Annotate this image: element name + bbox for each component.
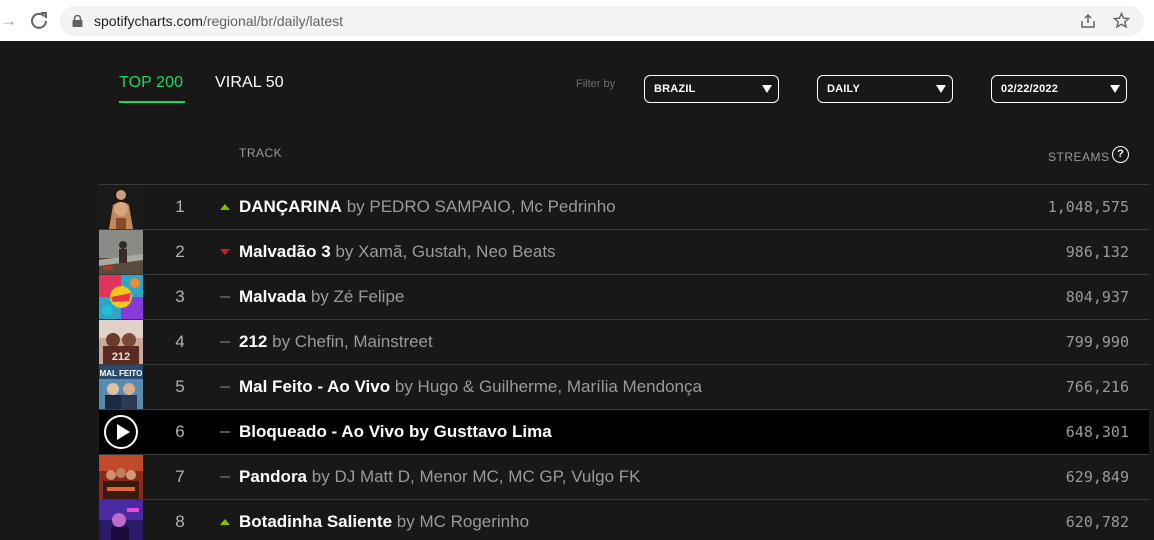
tab-viral-50[interactable]: VIRAL 50 — [215, 74, 284, 92]
table-row[interactable]: 212 4 212 by Chefin, Mainstreet 799,990 — [99, 320, 1149, 365]
svg-text:212: 212 — [112, 351, 130, 363]
track-info: Mal Feito - Ao Vivo by Hugo & Guilherme,… — [239, 377, 702, 397]
browser-toolbar: → spotifycharts.com/regional/br/daily/la… — [0, 0, 1154, 41]
stream-count: 804,937 — [1065, 288, 1129, 306]
caret-down-icon — [762, 85, 772, 93]
trend-down-icon — [220, 249, 230, 255]
share-icon[interactable] — [1080, 13, 1096, 29]
trend-same-icon — [220, 476, 230, 478]
help-icon[interactable]: ? — [1112, 146, 1129, 163]
track-rank: 6 — [175, 422, 185, 441]
table-row[interactable]: 7 Pandora by DJ Matt D, Menor MC, MC GP,… — [99, 455, 1149, 500]
country-select-value: BRAZIL — [654, 83, 696, 95]
track-rank: 5 — [175, 377, 185, 396]
stream-count: 1,048,575 — [1047, 198, 1129, 216]
play-icon[interactable] — [99, 410, 143, 454]
svg-text:MAL FEITO: MAL FEITO — [100, 369, 143, 378]
track-artists: by Xamã, Gustah, Neo Beats — [335, 242, 556, 261]
date-select[interactable]: 02/22/2022 — [991, 75, 1127, 103]
trend-same-icon — [220, 431, 230, 433]
album-art: MAL FEITO — [99, 365, 143, 409]
chart-track-list: 1 DANÇARINA by PEDRO SAMPAIO, Mc Pedrinh… — [99, 185, 1149, 540]
track-rank: 3 — [175, 287, 185, 306]
album-art — [99, 230, 143, 274]
forward-arrow-icon[interactable]: → — [0, 10, 17, 32]
table-row-active[interactable]: 6 Bloqueado - Ao Vivo by Gusttavo Lima 6… — [99, 410, 1149, 455]
track-info: 212 by Chefin, Mainstreet — [239, 332, 433, 352]
track-artists: by Zé Felipe — [310, 287, 405, 306]
track-artists: by DJ Matt D, Menor MC, MC GP, Vulgo FK — [311, 467, 641, 486]
track-info: Bloqueado - Ao Vivo by Gusttavo Lima — [239, 422, 552, 442]
frequency-select-value: DAILY — [827, 83, 860, 95]
track-title: Botadinha Saliente — [239, 512, 393, 531]
url-host: spotifycharts.com — [94, 13, 203, 29]
track-info: DANÇARINA by PEDRO SAMPAIO, Mc Pedrinho — [239, 197, 616, 217]
track-rank: 4 — [175, 332, 185, 351]
country-select[interactable]: BRAZIL — [644, 75, 779, 103]
album-art — [99, 455, 143, 499]
track-title: Malvadão 3 — [239, 242, 331, 261]
filter-by-label: Filter by — [576, 78, 616, 90]
album-art — [99, 275, 143, 319]
track-title: Pandora — [239, 467, 308, 486]
track-column-header: TRACK — [239, 146, 283, 160]
track-info: Botadinha Saliente by MC Rogerinho — [239, 512, 529, 532]
table-row[interactable]: 1 DANÇARINA by PEDRO SAMPAIO, Mc Pedrinh… — [99, 185, 1149, 230]
date-select-value: 02/22/2022 — [1001, 83, 1059, 95]
track-title: Mal Feito - Ao Vivo — [239, 377, 391, 396]
stream-count: 799,990 — [1065, 333, 1129, 351]
url-text[interactable]: spotifycharts.com/regional/br/daily/late… — [94, 13, 343, 29]
caret-down-icon — [936, 85, 946, 93]
track-title: 212 — [239, 332, 268, 351]
album-art: 212 — [99, 320, 143, 364]
play-button[interactable] — [99, 410, 143, 454]
track-info: Malvadão 3 by Xamã, Gustah, Neo Beats — [239, 242, 556, 262]
stream-count: 648,301 — [1065, 423, 1129, 441]
stream-count: 986,132 — [1065, 243, 1129, 261]
tab-top-200[interactable]: TOP 200 — [119, 74, 183, 92]
track-rank: 2 — [175, 242, 185, 261]
track-artists: by PEDRO SAMPAIO, Mc Pedrinho — [346, 197, 616, 216]
track-artists: by Chefin, Mainstreet — [272, 332, 433, 351]
trend-same-icon — [220, 386, 230, 388]
track-title: Malvada — [239, 287, 307, 306]
caret-down-icon — [1110, 85, 1120, 93]
track-rank: 1 — [175, 197, 185, 216]
table-row[interactable]: 3 Malvada by Zé Felipe 804,937 — [99, 275, 1149, 320]
track-rank: 8 — [175, 512, 185, 531]
track-artists: by Gusttavo Lima — [409, 422, 552, 441]
table-row[interactable]: 2 Malvadão 3 by Xamã, Gustah, Neo Beats … — [99, 230, 1149, 275]
track-rank: 7 — [175, 467, 185, 486]
track-artists: by Hugo & Guilherme, Marília Mendonça — [394, 377, 702, 396]
streams-column-header: STREAMS — [1048, 150, 1110, 164]
frequency-select[interactable]: DAILY — [817, 75, 953, 103]
table-row[interactable]: 8 Botadinha Saliente by MC Rogerinho 620… — [99, 500, 1149, 540]
stream-count: 766,216 — [1065, 378, 1129, 396]
track-info: Pandora by DJ Matt D, Menor MC, MC GP, V… — [239, 467, 641, 487]
track-title: DANÇARINA — [239, 197, 342, 216]
active-tab-underline — [119, 101, 185, 103]
address-bar[interactable]: spotifycharts.com/regional/br/daily/late… — [60, 6, 1144, 36]
trend-same-icon — [220, 296, 230, 298]
stream-count: 620,782 — [1065, 513, 1129, 531]
album-art — [99, 185, 143, 229]
lock-icon — [72, 15, 83, 27]
bookmark-star-icon[interactable] — [1113, 12, 1130, 29]
trend-up-icon — [220, 519, 230, 525]
trend-up-icon — [220, 204, 230, 210]
table-row[interactable]: MAL FEITO 5 Mal Feito - Ao Vivo by Hugo … — [99, 365, 1149, 410]
track-title: Bloqueado - Ao Vivo — [239, 422, 405, 441]
stream-count: 629,849 — [1065, 468, 1129, 486]
track-artists: by MC Rogerinho — [396, 512, 530, 531]
trend-same-icon — [220, 341, 230, 343]
album-art — [99, 500, 143, 540]
track-info: Malvada by Zé Felipe — [239, 287, 404, 307]
reload-icon[interactable] — [28, 9, 50, 31]
url-path: /regional/br/daily/latest — [202, 13, 344, 29]
